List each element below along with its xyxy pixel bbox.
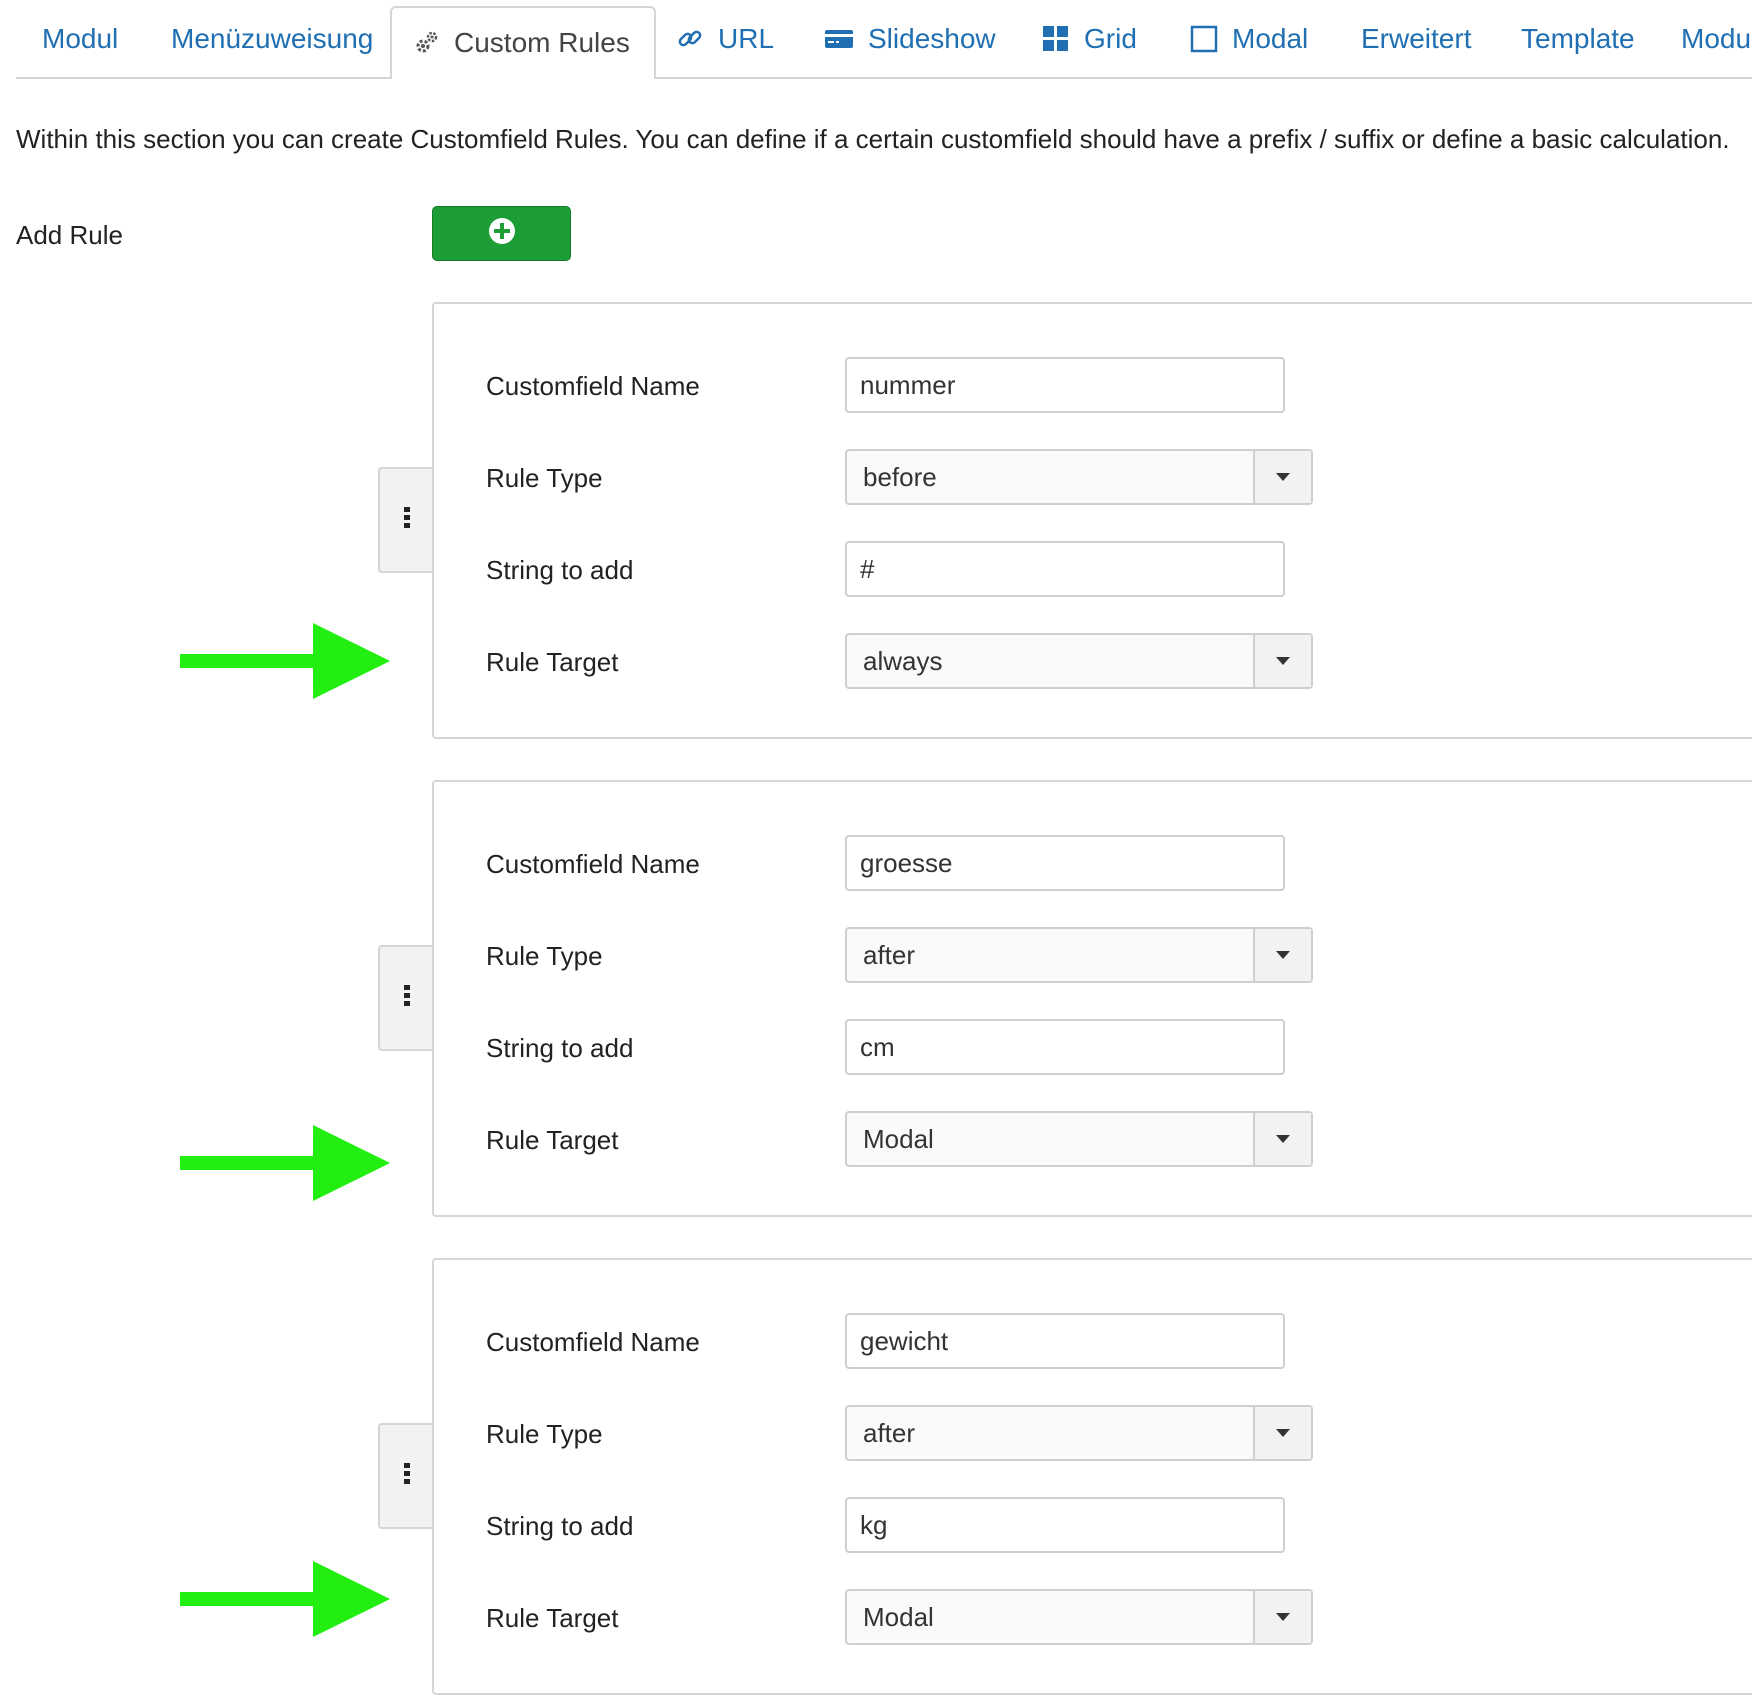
select-value: after	[863, 939, 916, 970]
tab-slideshow[interactable]: Slideshow	[824, 0, 996, 77]
select-value: before	[863, 461, 937, 492]
caret-down-icon	[1253, 1591, 1311, 1643]
customfield-name-input[interactable]	[845, 1313, 1285, 1369]
select-value: always	[863, 645, 943, 676]
select-value: after	[863, 1417, 916, 1448]
tab-label: Grid	[1084, 22, 1137, 54]
tab-modul[interactable]: Modul	[42, 0, 118, 77]
tab-menuzuweisung[interactable]: Menüzuweisung	[171, 0, 373, 77]
string-to-add-label: String to add	[486, 555, 634, 585]
add-rule-label: Add Rule	[16, 220, 123, 250]
rule-target-select[interactable]: Modal	[845, 1589, 1313, 1645]
customfield-name-input[interactable]	[845, 357, 1285, 413]
tab-bar: Modul Menüzuweisung Custom Rules URL Sli…	[16, 0, 1752, 79]
rule-type-select[interactable]: after	[845, 1405, 1313, 1461]
string-to-add-label: String to add	[486, 1033, 634, 1063]
customfield-name-label: Customfield Name	[486, 1327, 700, 1357]
select-value: Modal	[863, 1123, 934, 1154]
rule-card: Customfield Name Rule Type before String…	[432, 302, 1752, 739]
rule-type-select[interactable]: after	[845, 927, 1313, 983]
tab-custom-rules[interactable]: Custom Rules	[390, 6, 656, 79]
select-value: Modal	[863, 1601, 934, 1632]
string-to-add-label: String to add	[486, 1511, 634, 1541]
gears-icon	[414, 30, 440, 56]
tab-url[interactable]: URL	[676, 0, 774, 77]
intro-text: Within this section you can create Custo…	[16, 124, 1730, 154]
tab-label: Modul	[1681, 22, 1752, 54]
tab-modul-2[interactable]: Modul	[1681, 0, 1752, 77]
rule-target-select[interactable]: always	[845, 633, 1313, 689]
square-icon	[1190, 25, 1218, 53]
rule-target-label: Rule Target	[486, 1603, 619, 1633]
tab-label: Slideshow	[868, 22, 996, 54]
tab-label: Template	[1521, 22, 1635, 54]
tab-modal[interactable]: Modal	[1190, 0, 1308, 77]
rule-type-label: Rule Type	[486, 941, 603, 971]
rule-type-select[interactable]: before	[845, 449, 1313, 505]
tab-erweitert[interactable]: Erweitert	[1361, 0, 1471, 77]
tab-label: URL	[718, 22, 775, 54]
annotation-arrow	[180, 1125, 390, 1201]
annotation-arrow	[180, 623, 390, 699]
drag-handle[interactable]	[378, 945, 434, 1051]
rule-card: Customfield Name Rule Type after String …	[432, 1258, 1752, 1695]
credit-card-icon	[824, 28, 854, 50]
string-to-add-input[interactable]	[845, 1019, 1285, 1075]
caret-down-icon	[1253, 929, 1311, 981]
rule-target-label: Rule Target	[486, 647, 619, 677]
tab-grid[interactable]: Grid	[1042, 0, 1137, 77]
add-rule-button[interactable]	[432, 206, 571, 261]
vertical-dots-icon	[403, 506, 411, 535]
tab-label: Erweitert	[1361, 22, 1472, 54]
rule-card: Customfield Name Rule Type after String …	[432, 780, 1752, 1217]
customfield-name-label: Customfield Name	[486, 849, 700, 879]
rule-target-select[interactable]: Modal	[845, 1111, 1313, 1167]
tab-label: Modal	[1232, 22, 1309, 54]
caret-down-icon	[1253, 451, 1311, 503]
caret-down-icon	[1253, 1113, 1311, 1165]
tab-label: Custom Rules	[454, 26, 630, 58]
rule-type-label: Rule Type	[486, 1419, 603, 1449]
caret-down-icon	[1253, 635, 1311, 687]
vertical-dots-icon	[403, 984, 411, 1013]
rule-target-label: Rule Target	[486, 1125, 619, 1155]
caret-down-icon	[1253, 1407, 1311, 1459]
grid-icon	[1042, 25, 1070, 53]
string-to-add-input[interactable]	[845, 1497, 1285, 1553]
plus-circle-icon	[488, 217, 516, 250]
customfield-name-input[interactable]	[845, 835, 1285, 891]
drag-handle[interactable]	[378, 467, 434, 573]
drag-handle[interactable]	[378, 1423, 434, 1529]
string-to-add-input[interactable]	[845, 541, 1285, 597]
rule-type-label: Rule Type	[486, 463, 603, 493]
link-icon	[676, 25, 704, 53]
tab-label: Menüzuweisung	[171, 22, 374, 54]
annotation-arrow	[180, 1561, 390, 1637]
vertical-dots-icon	[403, 1462, 411, 1491]
tab-template[interactable]: Template	[1521, 0, 1635, 77]
customfield-name-label: Customfield Name	[486, 371, 700, 401]
tab-label: Modul	[42, 22, 119, 54]
